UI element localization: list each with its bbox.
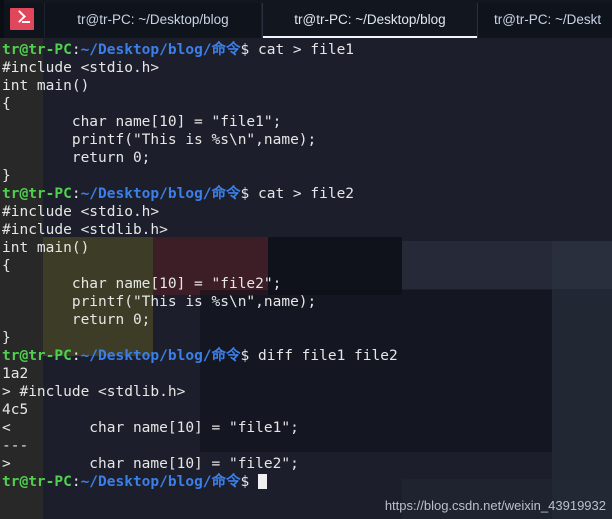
terminal-output-line: printf("This is %s\n",name);	[2, 293, 612, 311]
prompt-path: ~/Desktop/blog/命令	[80, 348, 241, 364]
terminal-output-line: 4c5	[2, 401, 612, 419]
prompt-separator: :	[71, 42, 81, 58]
terminal-prompt-line: tr@tr-PC:~/Desktop/blog/命令$ diff file1 f…	[2, 347, 612, 365]
terminal-screen[interactable]: tr@tr-PC:~/Desktop/blog/命令$ cat > file1 #…	[0, 38, 612, 519]
prompt-separator: :	[71, 474, 81, 490]
terminal-output-text: 4c5	[2, 402, 29, 418]
terminal-output-line: < char name[10] = "file1";	[2, 419, 612, 437]
terminal-command: cat > file2	[258, 186, 355, 202]
tab-1-label: tr@tr-PC: ~/Desktop/blog	[294, 11, 446, 27]
prompt-sigil: $	[240, 42, 258, 58]
terminal-output-text: 1a2	[2, 366, 29, 382]
prompt-path: ~/Desktop/blog/命令	[80, 42, 241, 58]
prompt-path: ~/Desktop/blog/命令	[80, 474, 241, 490]
terminal-prompt-line: tr@tr-PC:~/Desktop/blog/命令$	[2, 473, 612, 491]
terminal-output-text: return 0;	[2, 150, 151, 166]
terminal-window: tr@tr-PC: ~/Desktop/blog tr@tr-PC: ~/Des…	[0, 0, 612, 519]
terminal-output-line: return 0;	[2, 149, 612, 167]
tab-bar: tr@tr-PC: ~/Desktop/blog tr@tr-PC: ~/Des…	[0, 0, 612, 38]
terminal-output-text: return 0;	[2, 312, 151, 328]
terminal-output-text: > char name[10] = "file2";	[2, 456, 299, 472]
terminal-output-text: }	[2, 330, 11, 346]
terminal-output-text: }	[2, 168, 11, 184]
terminal-output-line: > char name[10] = "file2";	[2, 455, 612, 473]
terminal-output-line: ---	[2, 437, 612, 455]
terminal-output-text: > #include <stdlib.h>	[2, 384, 186, 400]
terminal-output-line: int main()	[2, 239, 612, 257]
tab-0-label: tr@tr-PC: ~/Desktop/blog	[77, 11, 229, 27]
terminal-output-text: < char name[10] = "file1";	[2, 420, 299, 436]
terminal-prompt-line: tr@tr-PC:~/Desktop/blog/命令$ cat > file1	[2, 41, 612, 59]
terminal-output-line: {	[2, 257, 612, 275]
terminal-output-text: {	[2, 258, 11, 274]
prompt-sigil: $	[240, 348, 258, 364]
prompt-separator: :	[71, 348, 81, 364]
tab-1-active[interactable]: tr@tr-PC: ~/Desktop/blog	[262, 0, 478, 38]
window-left-edge	[0, 0, 4, 38]
terminal-output-line: 1a2	[2, 365, 612, 383]
tab-2[interactable]: tr@tr-PC: ~/Deskt	[478, 0, 612, 38]
tab-2-label: tr@tr-PC: ~/Deskt	[494, 11, 602, 27]
terminal-output-text: #include <stdio.h>	[2, 204, 160, 220]
tab-0[interactable]: tr@tr-PC: ~/Desktop/blog	[45, 0, 262, 38]
terminal-text-layer: tr@tr-PC:~/Desktop/blog/命令$ cat > file1 #…	[0, 38, 612, 519]
window-top-strip	[0, 0, 612, 3]
terminal-command: cat > file1	[258, 42, 355, 58]
prompt-sigil: $	[240, 186, 258, 202]
app-icon-cell	[0, 0, 45, 38]
terminal-output-text: #include <stdio.h>	[2, 60, 160, 76]
prompt-path: ~/Desktop/blog/命令	[80, 186, 241, 202]
terminal-output-text: int main()	[2, 78, 90, 94]
terminal-output-text: ---	[2, 438, 29, 454]
terminal-output-text: int main()	[2, 240, 90, 256]
terminal-output-line: #include <stdio.h>	[2, 203, 612, 221]
terminal-cursor	[258, 474, 267, 489]
prompt-sigil: $	[240, 474, 258, 490]
terminal-output-text: char name[10] = "file1";	[2, 114, 282, 130]
terminal-output-text: {	[2, 96, 11, 112]
terminal-output-line: #include <stdlib.h>	[2, 221, 612, 239]
terminal-output-line: char name[10] = "file1";	[2, 113, 612, 131]
terminal-output-line: printf("This is %s\n",name);	[2, 131, 612, 149]
watermark-url: https://blog.csdn.net/weixin_43919932	[384, 498, 606, 513]
prompt-underscore-icon	[22, 21, 30, 23]
prompt-user: tr@tr-PC	[2, 474, 72, 490]
terminal-output-text: printf("This is %s\n",name);	[2, 294, 317, 310]
terminal-output-line: }	[2, 329, 612, 347]
terminal-output-line: }	[2, 167, 612, 185]
terminal-output-line: > #include <stdlib.h>	[2, 383, 612, 401]
terminal-output-line: #include <stdio.h>	[2, 59, 612, 77]
prompt-separator: :	[71, 186, 81, 202]
terminal-output-line: int main()	[2, 77, 612, 95]
prompt-user: tr@tr-PC	[2, 42, 72, 58]
terminal-command: diff file1 file2	[258, 348, 398, 364]
terminal-prompt-line: tr@tr-PC:~/Desktop/blog/命令$ cat > file2	[2, 185, 612, 203]
terminal-icon	[10, 8, 34, 30]
prompt-user: tr@tr-PC	[2, 186, 72, 202]
terminal-output-text: #include <stdlib.h>	[2, 222, 168, 238]
terminal-output-line: {	[2, 95, 612, 113]
terminal-output-line: char name[10] = "file2";	[2, 275, 612, 293]
terminal-output-text: printf("This is %s\n",name);	[2, 132, 317, 148]
prompt-user: tr@tr-PC	[2, 348, 72, 364]
terminal-output-text: char name[10] = "file2";	[2, 276, 282, 292]
terminal-output-line: return 0;	[2, 311, 612, 329]
